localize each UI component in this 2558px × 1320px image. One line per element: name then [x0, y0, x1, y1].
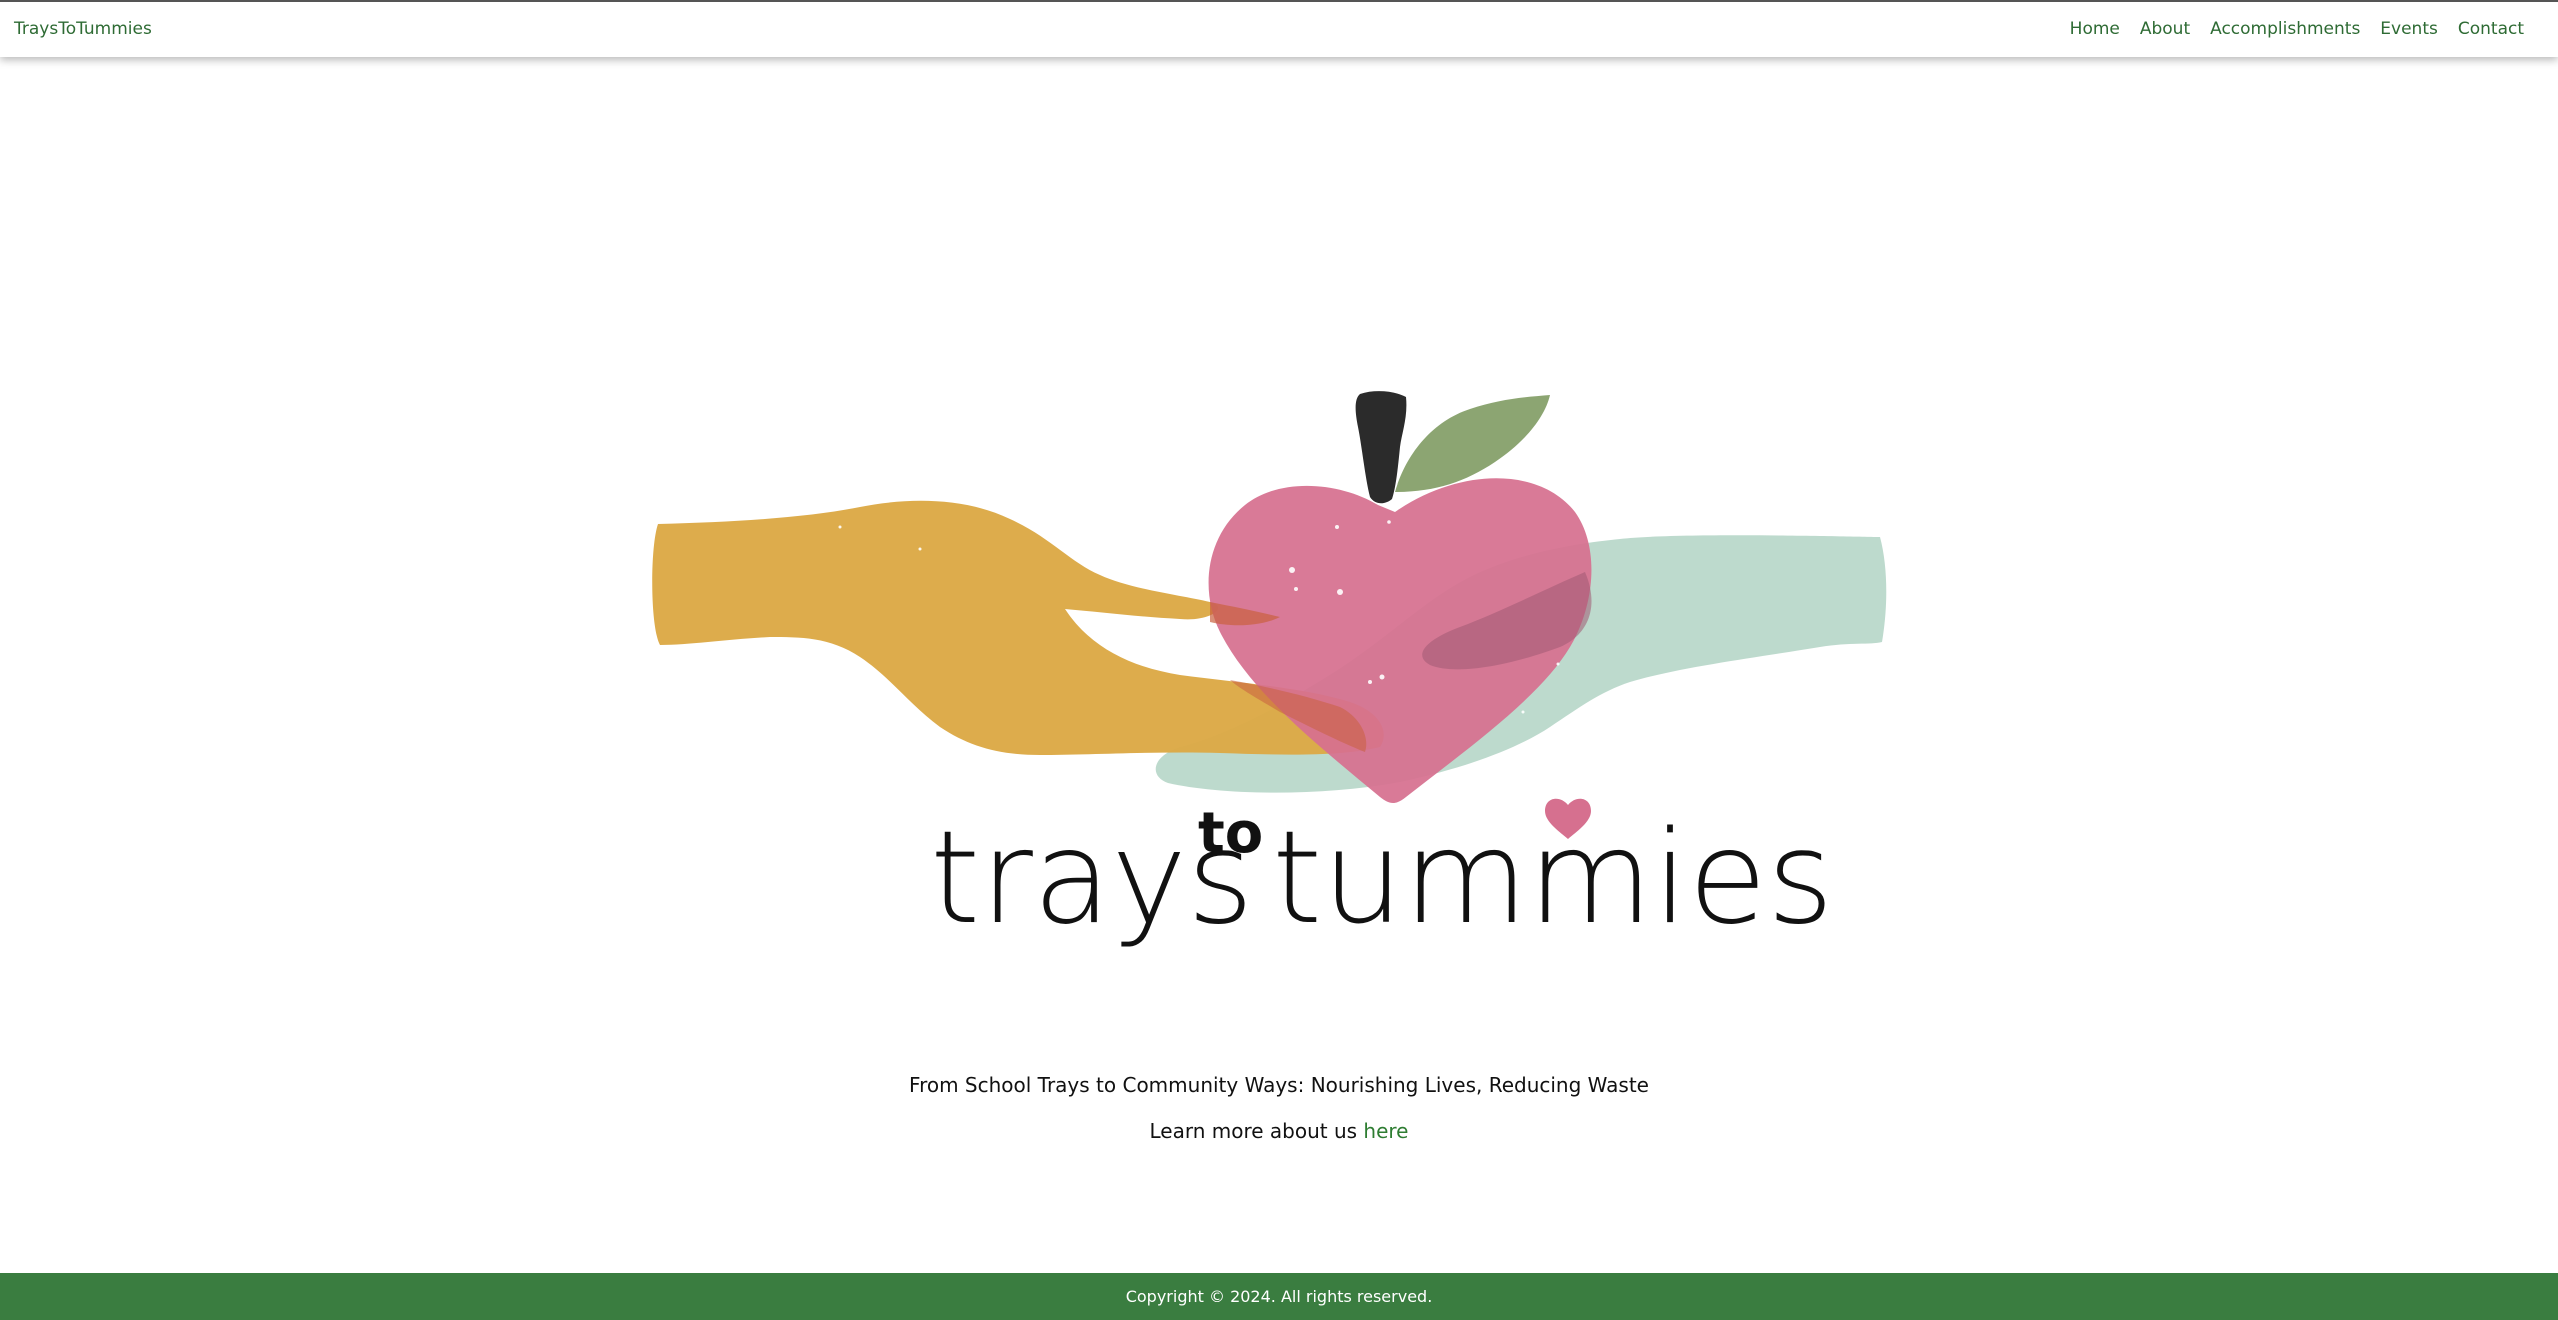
hero-section: trays to tummies From School Trays to Co… [0, 57, 2558, 1273]
nav-link-home[interactable]: Home [2070, 19, 2120, 39]
logo-word-tummies: tummies [1272, 804, 1834, 953]
logo-word-to: to [1198, 801, 1263, 866]
nav-link-contact[interactable]: Contact [2458, 19, 2524, 39]
brand-link[interactable]: TraysToTummies [14, 19, 152, 39]
nav-link-accomplishments[interactable]: Accomplishments [2210, 19, 2360, 39]
logo: trays to tummies [620, 327, 1940, 1007]
tagline: From School Trays to Community Ways: Nou… [909, 1073, 1649, 1097]
copyright-text: Copyright © 2024. All rights reserved. [1125, 1287, 1433, 1306]
footer: Copyright © 2024. All rights reserved. [0, 1273, 2558, 1320]
nav-link-events[interactable]: Events [2380, 19, 2438, 39]
learn-more-line: Learn more about us here [0, 1119, 2558, 1143]
logo-illustration: trays to tummies [652, 391, 1887, 953]
leaf-icon [1395, 395, 1550, 492]
nav-links: Home About Accomplishments Events Contac… [2070, 19, 2524, 39]
top-navbar: TraysToTummies Home About Accomplishment… [0, 0, 2558, 57]
nav-link-about[interactable]: About [2140, 19, 2190, 39]
learn-more-link[interactable]: here [1363, 1119, 1408, 1143]
learn-more-text: Learn more about us [1149, 1119, 1364, 1143]
